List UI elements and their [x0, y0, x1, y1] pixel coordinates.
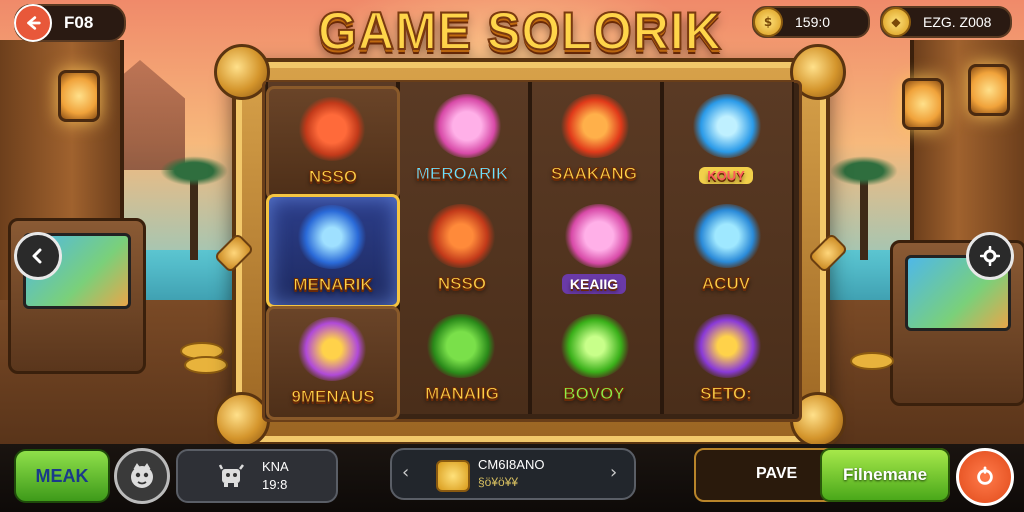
- bet-label: CM6I8ANO: [478, 457, 545, 472]
- palm-tree: [160, 156, 228, 260]
- info-value: 19:8: [262, 477, 288, 492]
- red-fish-icon: [560, 94, 630, 158]
- green-dragon-icon: [426, 314, 496, 378]
- slot-symbol: KEAIIG: [530, 196, 658, 304]
- gem-balance-value: EZG. Z008: [923, 14, 992, 30]
- coin-balance-value: 159:0: [795, 14, 831, 30]
- previous-button[interactable]: [14, 232, 62, 280]
- auto-spin-button[interactable]: [956, 448, 1014, 506]
- symbol-label: BOVOY: [563, 384, 625, 404]
- purple-lotus-icon: [297, 317, 367, 381]
- info-label: KNA: [262, 459, 289, 474]
- blue-orb-feather-icon: [692, 94, 762, 158]
- chevron-left-icon[interactable]: ‹: [402, 464, 416, 482]
- symbol-label: KOUY: [699, 167, 753, 184]
- profile-button[interactable]: [114, 448, 170, 504]
- slot-symbol: MENARIK: [266, 194, 400, 308]
- slot-symbol: SETO:: [662, 306, 790, 414]
- bet-value: §ö¥ö¥¥: [478, 475, 519, 489]
- back-menu-label: MEAK: [35, 465, 89, 486]
- game-title: GAME SOLORIK: [317, 1, 722, 62]
- creature-icon: [218, 464, 244, 487]
- info-panel[interactable]: KNA 19:8: [176, 449, 338, 503]
- coin-stack: [850, 352, 894, 370]
- coin-balance[interactable]: $ 159:0: [752, 6, 870, 38]
- slot-symbol: 9MENAUS: [266, 306, 400, 420]
- blue-gem-leaf-icon: [297, 205, 367, 269]
- pave-label: PAVE: [756, 465, 798, 482]
- purple-orb-icon: [692, 314, 762, 378]
- gem-balance[interactable]: ◆ EZG. Z008: [880, 6, 1012, 38]
- palm-tree: [830, 156, 898, 260]
- symbol-label: MANAIIG: [425, 384, 500, 404]
- symbol-label: KEAIIG: [561, 274, 627, 294]
- slot-symbol: MEROARIK: [398, 86, 526, 194]
- green-orb-icon: [560, 314, 630, 378]
- gem-icon: ◆: [881, 7, 911, 37]
- coin-icon: $: [753, 7, 783, 37]
- bet-selector[interactable]: ‹ CM6I8ANO §ö¥ö¥¥ ›: [390, 448, 636, 500]
- level-label: F08: [64, 13, 94, 32]
- chevron-left-icon: [32, 248, 42, 264]
- slot-symbol: NSSO: [398, 196, 526, 304]
- symbol-label: NSSO: [437, 274, 487, 294]
- symbol-label: MENARIK: [293, 275, 373, 295]
- symbol-label: 9MENAUS: [291, 387, 375, 407]
- gear-icon: [980, 246, 1000, 266]
- slot-symbol: MANAIIG: [398, 306, 526, 414]
- pink-creature-icon: [564, 204, 634, 268]
- symbol-label: MEROARIK: [415, 164, 509, 184]
- lantern-icon: [968, 64, 1010, 116]
- back-menu-button[interactable]: MEAK: [14, 449, 110, 503]
- back-button[interactable]: [14, 4, 52, 42]
- tribal-emblem-icon: [297, 97, 367, 161]
- tribal-emblem-icon: [426, 204, 496, 268]
- slot-symbol: BOVOY: [530, 306, 658, 414]
- spin-button[interactable]: Filnemane: [820, 448, 950, 502]
- arrow-left-icon: [27, 16, 41, 30]
- level-pill: F08: [14, 4, 126, 42]
- coin-icon: [436, 460, 470, 492]
- refresh-icon: [977, 466, 993, 485]
- lantern-icon: [902, 78, 944, 130]
- symbol-label: ACUV: [701, 274, 751, 294]
- blue-dolphin-icon: [692, 204, 762, 268]
- mascot-icon: [131, 463, 153, 488]
- symbol-label: SETO:: [700, 384, 753, 404]
- chevron-right-icon[interactable]: ›: [610, 464, 624, 482]
- slot-symbol: ACUV: [662, 196, 790, 304]
- settings-button[interactable]: [966, 232, 1014, 280]
- slot-symbol: SAAKANG: [530, 86, 658, 194]
- spin-label: Filnemane: [842, 465, 928, 484]
- coin-stack: [184, 356, 228, 374]
- lantern-icon: [58, 70, 100, 122]
- slot-symbol: KOUY: [662, 86, 790, 194]
- slot-symbol: NSSO: [266, 86, 400, 200]
- symbol-label: SAAKANG: [551, 164, 638, 184]
- symbol-label: NSSO: [308, 167, 358, 187]
- pink-creature-icon: [432, 94, 502, 158]
